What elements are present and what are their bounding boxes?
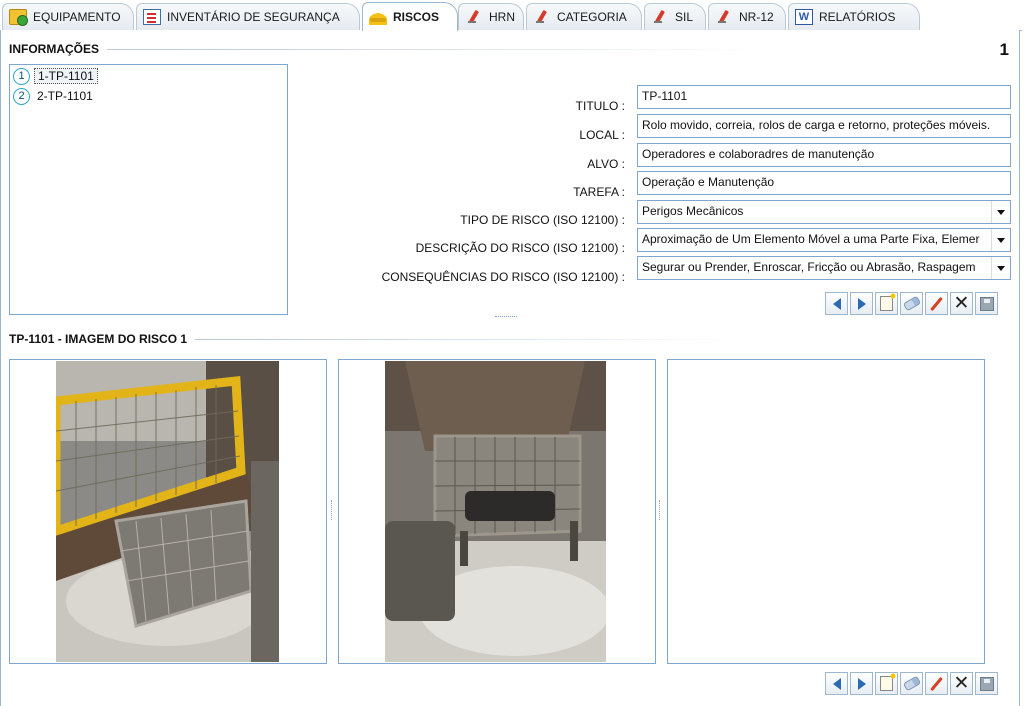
pen-icon	[715, 9, 733, 25]
pen-icon	[651, 9, 669, 25]
clear-button[interactable]	[900, 292, 923, 315]
consequencias-risco-select[interactable]: Segurar ou Prender, Enroscar, Fricção ou…	[637, 256, 1011, 280]
descricao-risco-label: DESCRIÇÃO DO RISCO (ISO 12100) :	[415, 241, 625, 255]
tab-relatorios[interactable]: W RELATÓRIOS	[788, 3, 920, 30]
splitter-handle[interactable]	[331, 500, 333, 520]
new-document-icon	[880, 672, 897, 691]
tab-label: RISCOS	[393, 10, 440, 24]
save-image-button[interactable]	[975, 672, 998, 695]
risk-toolbar: ✕	[823, 292, 998, 315]
checklist-icon	[143, 9, 161, 25]
chevron-down-icon[interactable]	[991, 229, 1010, 251]
list-item[interactable]: 1 1-TP-1101	[13, 67, 98, 85]
tab-label: RELATÓRIOS	[819, 10, 896, 24]
pencil-icon	[930, 296, 943, 311]
tab-label: HRN	[489, 10, 515, 24]
pencil-icon	[930, 676, 943, 691]
list-item-label: 2-TP-1101	[37, 89, 93, 103]
section-rule	[195, 338, 736, 340]
tipo-risco-label: TIPO DE RISCO (ISO 12100) :	[460, 213, 625, 227]
riscos-panel: INFORMAÇÕES 1 1 1-TP-1101 2 2-TP-1101 TI…	[0, 30, 1020, 706]
section-rule	[107, 48, 767, 50]
tab-label: NR-12	[739, 10, 774, 24]
item-number-badge: 2	[13, 87, 30, 105]
new-button[interactable]	[875, 292, 898, 315]
alvo-label: ALVO :	[587, 157, 625, 171]
select-value: Segurar ou Prender, Enroscar, Fricção ou…	[642, 260, 976, 274]
tab-inventario-seguranca[interactable]: INVENTÁRIO DE SEGURANÇA	[136, 3, 360, 30]
tab-sil[interactable]: SIL	[644, 3, 706, 30]
word-icon: W	[795, 9, 813, 25]
list-item[interactable]: 2 2-TP-1101	[13, 87, 96, 105]
titulo-field[interactable]: TP-1101	[637, 85, 1011, 109]
risk-photo-2	[385, 361, 606, 662]
new-document-icon	[880, 292, 897, 311]
edit-image-button[interactable]	[925, 672, 948, 695]
risk-list[interactable]: 1 1-TP-1101 2 2-TP-1101	[9, 64, 288, 315]
arrow-right-icon	[857, 677, 866, 690]
tab-label: CATEGORIA	[557, 10, 627, 24]
alvo-field[interactable]: Operadores e colaboradres de manutenção	[637, 143, 1011, 167]
consequencias-risco-label: CONSEQUÊNCIAS DO RISCO (ISO 12100) :	[381, 270, 625, 284]
item-number-badge: 1	[13, 67, 30, 85]
tab-equipamento[interactable]: EQUIPAMENTO	[2, 3, 134, 30]
risk-image-frame-1[interactable]	[9, 359, 327, 664]
splitter-handle[interactable]	[659, 500, 661, 520]
clear-image-button[interactable]	[900, 672, 923, 695]
pen-icon	[533, 9, 551, 25]
descricao-risco-select[interactable]: Aproximação de Um Elemento Móvel a uma P…	[637, 228, 1011, 252]
save-icon	[979, 296, 994, 311]
save-icon	[979, 676, 994, 691]
image-toolbar: ✕	[823, 672, 998, 695]
info-title-text: INFORMAÇÕES	[9, 42, 99, 56]
local-label: LOCAL :	[579, 128, 625, 142]
tarefa-field[interactable]: Operação e Manutenção	[637, 171, 1011, 195]
tipo-risco-select[interactable]: Perigos Mecânicos	[637, 200, 1011, 224]
helmet-icon	[369, 9, 387, 25]
eraser-icon	[902, 295, 921, 312]
arrow-left-icon	[832, 297, 841, 310]
new-image-button[interactable]	[875, 672, 898, 695]
image-section-title: TP-1101 - IMAGEM DO RISCO 1	[9, 332, 736, 346]
chevron-down-icon[interactable]	[991, 201, 1010, 223]
record-count: 1	[999, 40, 1009, 59]
tab-nr12[interactable]: NR-12	[708, 3, 786, 30]
edit-button[interactable]	[925, 292, 948, 315]
pen-icon	[465, 9, 483, 25]
equipment-icon	[9, 9, 28, 26]
eraser-icon	[902, 675, 921, 692]
tarefa-label: TAREFA :	[573, 185, 625, 199]
next-image-button[interactable]	[850, 672, 873, 695]
previous-button[interactable]	[825, 292, 848, 315]
tab-bar: EQUIPAMENTO INVENTÁRIO DE SEGURANÇA RISC…	[0, 0, 1024, 31]
local-field[interactable]: Rolo movido, correia, rolos de carga e r…	[637, 114, 1011, 138]
tab-riscos[interactable]: RISCOS	[362, 2, 458, 31]
select-value: Perigos Mecânicos	[642, 204, 744, 218]
delete-button[interactable]: ✕	[950, 292, 973, 315]
arrow-right-icon	[857, 297, 866, 310]
tab-label: SIL	[675, 10, 694, 24]
previous-image-button[interactable]	[825, 672, 848, 695]
chevron-down-icon[interactable]	[991, 257, 1010, 279]
next-button[interactable]	[850, 292, 873, 315]
list-item-label: 1-TP-1101	[34, 68, 98, 84]
tab-hrn[interactable]: HRN	[458, 3, 524, 30]
arrow-left-icon	[832, 677, 841, 690]
close-icon: ✕	[953, 673, 970, 694]
risk-photo-1	[56, 361, 279, 662]
titulo-label: TITULO :	[575, 99, 625, 113]
risk-image-frame-3[interactable]	[667, 359, 985, 664]
save-button[interactable]	[975, 292, 998, 315]
risk-image-frame-2[interactable]	[338, 359, 656, 664]
info-section-title: INFORMAÇÕES	[9, 42, 767, 56]
tab-categoria[interactable]: CATEGORIA	[526, 3, 642, 30]
delete-image-button[interactable]: ✕	[950, 672, 973, 695]
close-icon: ✕	[953, 293, 970, 314]
select-value: Aproximação de Um Elemento Móvel a uma P…	[642, 232, 980, 246]
tab-label: INVENTÁRIO DE SEGURANÇA	[167, 10, 340, 24]
tab-label: EQUIPAMENTO	[33, 10, 121, 24]
splitter-handle[interactable]	[495, 316, 517, 319]
image-title-text: TP-1101 - IMAGEM DO RISCO 1	[9, 332, 188, 346]
